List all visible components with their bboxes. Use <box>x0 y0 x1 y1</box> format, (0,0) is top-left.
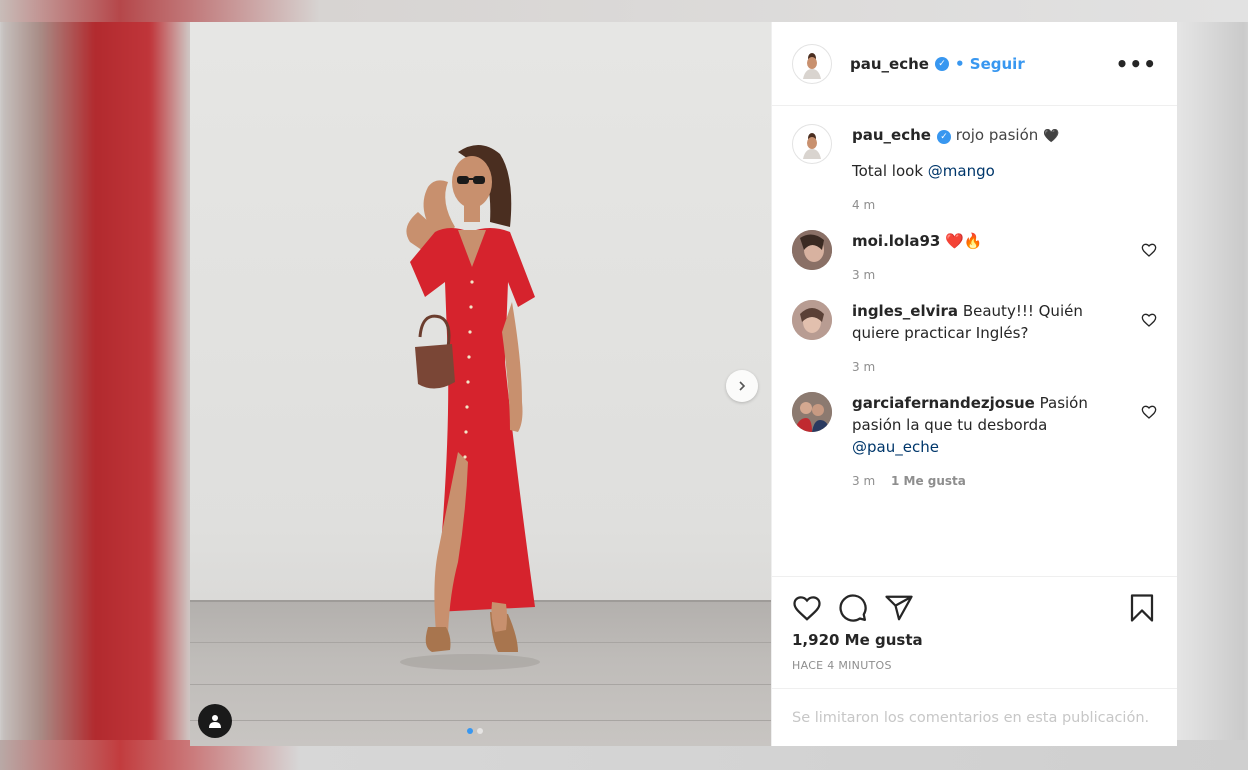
avatar-portrait-icon <box>803 52 821 79</box>
comment-time: 3 m <box>852 474 876 488</box>
comment-text: ❤️🔥 <box>945 232 983 250</box>
instagram-post: pau_eche ✓ • Seguir ••• pau_eche ✓ rojo … <box>190 22 1177 746</box>
caption-text: rojo pasión <box>955 126 1039 144</box>
comment: ingles_elvira Beauty!!! Quién quiere pra… <box>792 300 1157 378</box>
follow-button[interactable]: • Seguir <box>955 55 1025 73</box>
comment-username[interactable]: moi.lola93 <box>852 232 940 250</box>
comment-username[interactable]: ingles_elvira <box>852 302 958 320</box>
likes-count[interactable]: 1,920 Me gusta <box>792 631 1157 649</box>
like-comment-heart-icon[interactable] <box>1141 312 1157 328</box>
like-comment-heart-icon[interactable] <box>1141 242 1157 258</box>
avatar-portrait-icon <box>792 392 832 432</box>
caption-mention[interactable]: @mango <box>928 162 995 180</box>
comment-mention[interactable]: @pau_eche <box>852 438 939 456</box>
post-photo <box>190 22 771 746</box>
comments-disabled-notice: Se limitaron los comentarios en esta pub… <box>772 688 1177 746</box>
caption-username[interactable]: pau_eche <box>852 126 931 144</box>
caption-line2: Total look <box>852 162 928 180</box>
like-comment-heart-icon[interactable] <box>1141 404 1157 420</box>
post-header: pau_eche ✓ • Seguir ••• <box>772 22 1177 106</box>
more-icon[interactable]: ••• <box>1116 52 1157 76</box>
post-details-panel: pau_eche ✓ • Seguir ••• pau_eche ✓ rojo … <box>771 22 1177 746</box>
post-timestamp: HACE 4 MINUTOS <box>792 659 892 672</box>
verified-icon: ✓ <box>934 56 949 71</box>
comment: garciafernandezjosue Pasión pasión la qu… <box>792 392 1157 492</box>
black-heart-emoji: 🖤 <box>1043 129 1060 144</box>
next-photo-button[interactable] <box>726 370 758 402</box>
avatar-portrait-icon <box>803 133 821 159</box>
comment-username[interactable]: garciafernandezjosue <box>852 394 1035 412</box>
user-tag-button[interactable] <box>198 704 232 738</box>
comment-likes[interactable]: 1 Me gusta <box>891 474 966 488</box>
author-username[interactable]: pau_eche <box>850 55 929 73</box>
caption-time: 4 m <box>852 198 876 212</box>
comments-list: pau_eche ✓ rojo pasión 🖤 Total look @mang… <box>772 106 1177 576</box>
bookmark-icon[interactable] <box>1127 593 1157 623</box>
chevron-right-icon <box>739 381 746 391</box>
commenter-avatar[interactable] <box>792 300 832 340</box>
comment-icon[interactable] <box>838 593 868 623</box>
comment-time: 3 m <box>852 268 876 282</box>
avatar-portrait-icon <box>792 300 832 340</box>
commenter-avatar[interactable] <box>792 230 832 270</box>
heart-icon[interactable] <box>792 593 822 623</box>
share-icon[interactable] <box>884 593 914 623</box>
carousel-dot-active <box>467 728 473 734</box>
post-actions: 1,920 Me gusta HACE 4 MINUTOS <box>772 576 1177 688</box>
comment: moi.lola93 ❤️🔥 3 m <box>792 230 1157 286</box>
user-tag-icon <box>209 715 221 728</box>
carousel-dot <box>477 728 483 734</box>
carousel-indicator <box>467 728 483 734</box>
caption: pau_eche ✓ rojo pasión 🖤 Total look @mang… <box>792 124 1157 216</box>
avatar-portrait-icon <box>792 230 832 270</box>
caption-avatar[interactable] <box>792 124 832 164</box>
comment-time: 3 m <box>852 360 876 374</box>
author-avatar[interactable] <box>792 43 832 84</box>
verified-icon: ✓ <box>936 130 951 144</box>
woman-in-red-dress-illustration <box>400 144 540 670</box>
blurred-background-top <box>0 0 1248 22</box>
commenter-avatar[interactable] <box>792 392 832 432</box>
